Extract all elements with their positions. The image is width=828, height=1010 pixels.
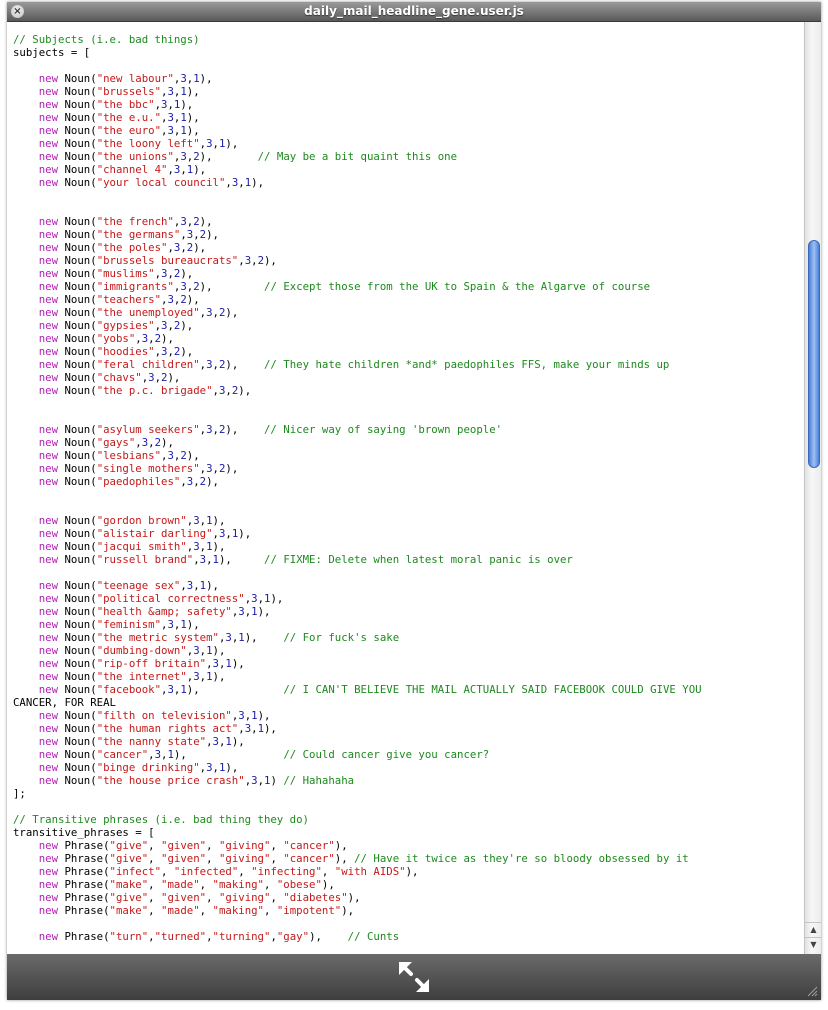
code-line: new Noun("the loony left",3,1), [38,137,239,150]
code-line: new Noun("the euro",3,1), [38,124,200,137]
expand-arrows-icon[interactable] [397,960,431,994]
code-line: new Noun("the internet",3,1), [38,670,226,683]
code-line: new Noun("feminism",3,1), [38,618,200,631]
code-line: new Noun("gays",3,2), [38,436,174,449]
code-line: new Noun("the germans",3,2), [38,228,219,241]
code-line: new Noun("the unemployed",3,2), [38,306,239,319]
code-line: new Noun("channel 4",3,1), [38,163,207,176]
code-line: subjects = [ [13,46,91,59]
code-line: new Noun("the unions",3,2), // May be a … [38,150,458,163]
code-line: new Phrase("give", "given", "giving", "d… [38,891,361,904]
code-line: new Noun("hoodies",3,2), [38,345,194,358]
code-line: new Noun("paedophiles",3,2), [38,475,219,488]
code-line: new Noun("new labour",3,1), [38,72,213,85]
code-line: new Phrase("make", "made", "making", "im… [38,904,355,917]
code-line: new Noun("the french",3,2), [38,215,213,228]
code-line: new Noun("single mothers",3,2), [38,462,239,475]
code-line: new Noun("gordon brown",3,1), [38,514,226,527]
code-line: new Noun("the bbc",3,1), [38,98,194,111]
scrollbar-thumb[interactable] [808,240,820,468]
code-line: new Noun("the poles",3,2), [38,241,207,254]
code-line: new Noun("feral children",3,2), // They … [38,358,670,371]
code-line: new Phrase("turn","turned","turning","ga… [38,930,400,943]
code-line: new Phrase("infect", "infected", "infect… [38,865,419,878]
code-line: new Phrase("give", "given", "giving", "c… [38,839,348,852]
code-line: new Noun("filth on television",3,1), [38,709,271,722]
code-line: new Noun("chavs",3,2), [38,371,181,384]
code-view[interactable]: // Subjects (i.e. bad things) subjects = … [7,22,804,954]
window-title: daily_mail_headline_gene.user.js [304,4,524,18]
code-line: new Noun("the nanny state",3,1), [38,735,245,748]
code-line: new Noun("lesbians",3,2), [38,449,200,462]
code-line: new Noun("asylum seekers",3,2), // Nicer… [38,423,503,436]
code-line: new Noun("your local council",3,1), [38,176,265,189]
code-line: new Noun("gypsies",3,2), [38,319,194,332]
code-line: ]; [13,787,26,800]
script-viewer-window: × daily_mail_headline_gene.user.js // Su… [7,2,821,1000]
source-code: // Subjects (i.e. bad things) subjects = … [7,22,804,943]
code-line: new Noun("jacqui smith",3,1), [38,540,226,553]
code-line: new Noun("brussels",3,1), [38,85,200,98]
code-line: // Subjects (i.e. bad things) [13,33,200,46]
code-line: transitive_phrases = [ [13,826,155,839]
code-line: new Noun("brussels bureaucrats",3,2), [38,254,277,267]
code-line: new Noun("rip-off britain",3,1), [38,657,245,670]
code-line: new Noun("the e.u.",3,1), [38,111,200,124]
vertical-scrollbar[interactable]: ▲ ▼ [804,22,821,954]
code-line: new Noun("russell brand",3,1), // FIXME:… [38,553,573,566]
code-line: new Noun("dumbing-down",3,1), [38,644,226,657]
code-line: new Noun("cancer",3,1), // Could cancer … [38,748,490,761]
code-line: new Noun("alistair darling",3,1), [38,527,252,540]
chevron-down-icon[interactable]: ▼ [805,937,821,952]
code-line: new Noun("teachers",3,2), [38,293,200,306]
chevron-up-icon[interactable]: ▲ [805,922,821,937]
code-line: new Noun("immigrants",3,2), // Except th… [38,280,651,293]
code-line: new Noun("the p.c. brigade",3,2), [38,384,252,397]
bottom-toolbar [7,954,821,1000]
code-line: new Noun("yobs",3,2), [38,332,174,345]
code-line: new Noun("facebook",3,1), // I CAN'T BEL… [38,683,702,696]
resize-grip-icon[interactable] [807,986,818,997]
code-line: new Noun("binge drinking",3,1), [38,761,239,774]
code-line: new Noun("the metric system",3,1), // Fo… [38,631,400,644]
code-line: // Transitive phrases (i.e. bad thing th… [13,813,309,826]
code-line: new Noun("teenage sex",3,1), [38,579,219,592]
code-line: new Noun("political correctness",3,1), [38,592,284,605]
code-line: new Noun("the human rights act",3,1), [38,722,277,735]
code-line: new Phrase("make", "made", "making", "ob… [38,878,335,891]
code-line: CANCER, FOR REAL [13,696,116,709]
code-line: new Phrase("give", "given", "giving", "c… [38,852,689,865]
code-line: new Noun("health &amp; safety",3,1), [38,605,271,618]
code-line: new Noun("the house price crash",3,1) //… [38,774,355,787]
code-line: new Noun("muslims",3,2), [38,267,194,280]
title-bar[interactable]: × daily_mail_headline_gene.user.js [7,2,821,22]
